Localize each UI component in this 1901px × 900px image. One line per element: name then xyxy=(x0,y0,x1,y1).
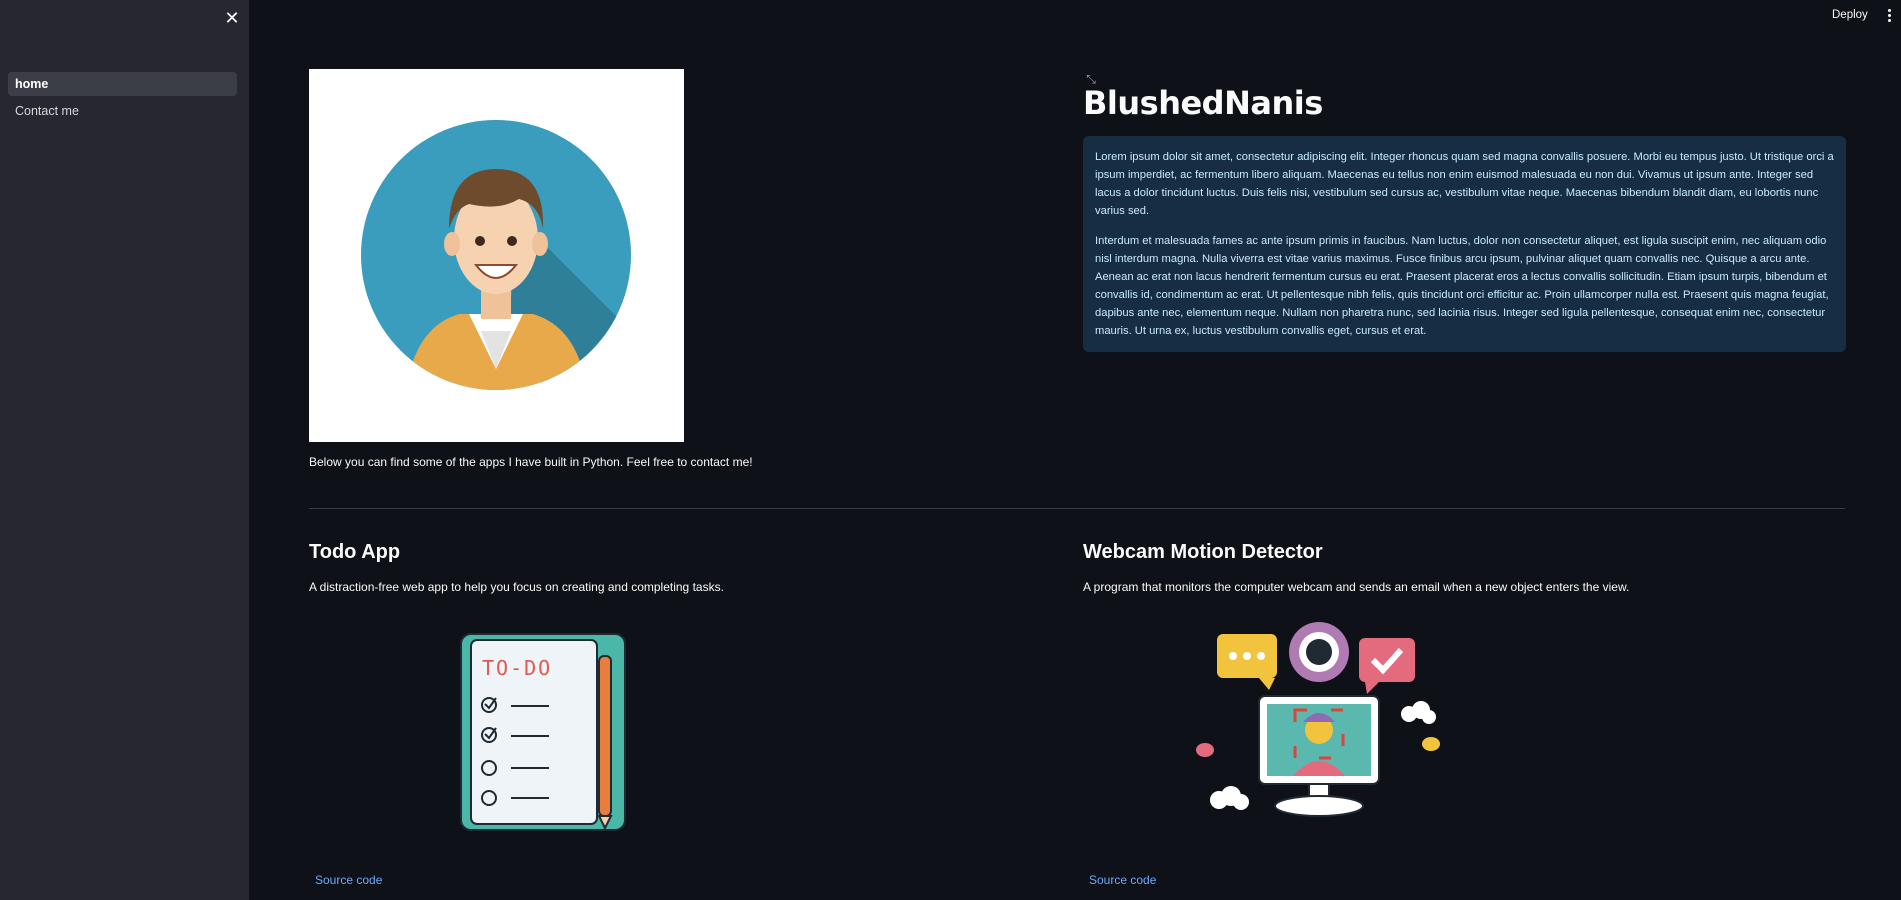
close-icon[interactable]: ✕ xyxy=(222,8,242,28)
info-box: Lorem ipsum dolor sit amet, consectetur … xyxy=(1083,136,1846,352)
vertical-ellipsis-icon[interactable] xyxy=(1884,6,1894,24)
info-paragraph-1: Lorem ipsum dolor sit amet, consectetur … xyxy=(1095,151,1834,217)
app-title-todo: Todo App xyxy=(309,541,401,563)
sidebar-nav: home Contact me xyxy=(8,72,237,126)
todo-image-label: TO-DO xyxy=(482,656,552,680)
info-paragraph-2: Interdum et malesuada fames ac ante ipsu… xyxy=(1095,235,1829,337)
webcam-app-image xyxy=(1189,620,1449,845)
intro-text: Below you can find some of the apps I ha… xyxy=(309,455,753,469)
app-title-webcam: Webcam Motion Detector xyxy=(1083,541,1323,563)
source-code-link-todo[interactable]: Source code xyxy=(315,873,382,887)
source-code-link-webcam[interactable]: Source code xyxy=(1089,873,1156,887)
sidebar-item-contact[interactable]: Contact me xyxy=(8,99,237,123)
sidebar: ✕ home Contact me xyxy=(0,0,249,900)
avatar-image xyxy=(309,69,684,442)
todo-list-icon: TO-DO xyxy=(460,633,626,831)
page-title: BlushedNanis xyxy=(1083,84,1323,122)
person-avatar-icon xyxy=(361,120,631,390)
webcam-detector-icon xyxy=(1196,622,1440,817)
app-desc-webcam: A program that monitors the computer web… xyxy=(1083,580,1630,594)
app-desc-todo: A distraction-free web app to help you f… xyxy=(309,580,724,594)
main-content: Below you can find some of the apps I ha… xyxy=(309,0,1846,900)
divider xyxy=(309,508,1845,509)
todo-app-image: TO-DO xyxy=(449,620,629,840)
sidebar-item-home[interactable]: home xyxy=(8,72,237,96)
